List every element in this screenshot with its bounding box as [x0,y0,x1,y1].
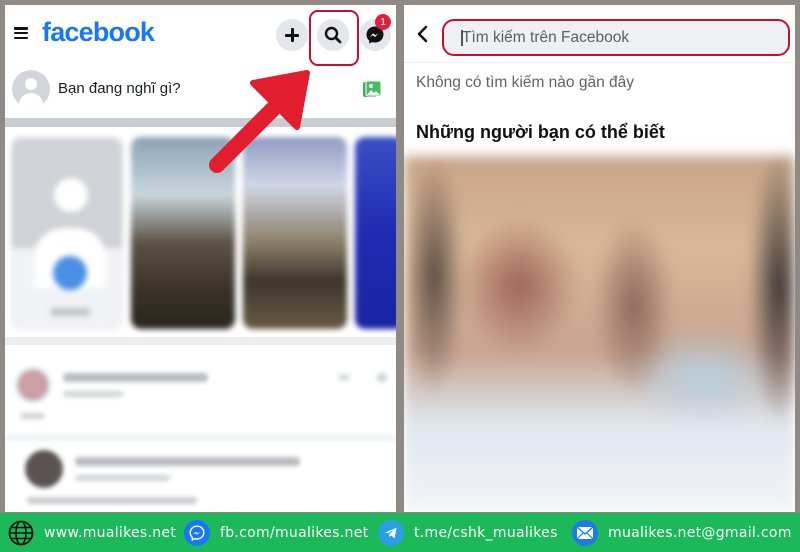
facebook-home-screen: facebook 1 Bạn đang nghĩ gì? [5,5,396,512]
watermark-footer: www.mualikes.net fb.com/mualikes.net t.m… [0,513,800,552]
people-you-may-know-title: Những người bạn có thể biết [416,122,665,142]
footer-telegram[interactable]: t.me/cshk_mualikes [378,513,558,552]
footer-facebook-text: fb.com/mualikes.net [220,524,369,541]
create-story-card[interactable] [11,137,123,329]
footer-website-text: www.mualikes.net [44,524,177,541]
plus-icon-vertical [290,28,294,42]
post-text-placeholder [20,413,45,419]
footer-email-text: mualikes.net@gmail.com [608,524,792,541]
notification-badge: 1 [375,14,391,30]
photo-icon[interactable] [362,79,382,99]
footer-telegram-text: t.me/cshk_mualikes [414,524,558,541]
search-highlight-box [309,10,359,66]
avatar [15,367,51,403]
facebook-search-screen: Không có tìm kiếm nào gần đây Những ngườ… [404,5,795,512]
globe-icon [8,520,34,545]
post-text-placeholder [27,497,197,504]
chevron-left-icon[interactable] [416,25,430,43]
facebook-header: facebook 1 [5,5,396,66]
post-composer[interactable]: Bạn đang nghĩ gì? [5,65,396,117]
composer-placeholder[interactable]: Bạn đang nghĩ gì? [58,80,181,97]
avatar [12,70,50,108]
post-author-placeholder [63,373,208,382]
post-divider [5,435,396,440]
suggested-friend-card[interactable] [404,156,795,512]
create-button[interactable] [276,19,308,51]
footer-email[interactable]: mualikes.net@gmail.com [572,513,792,552]
story-card[interactable] [355,137,396,329]
stories-tray [5,131,396,331]
post-author-placeholder [75,457,300,466]
search-input[interactable] [444,21,788,54]
post-time-placeholder [63,391,123,397]
header-divider [404,62,795,63]
news-feed [5,345,396,512]
hamburger-menu-icon[interactable] [14,27,28,39]
mail-icon [572,519,598,546]
section-divider [5,118,396,127]
messenger-icon [184,519,210,546]
no-recent-searches-text: Không có tìm kiếm nào gần đây [416,74,634,91]
red-arrow-annotation [209,70,310,173]
section-divider [5,337,396,345]
facebook-logo: facebook [42,17,155,47]
post-time-placeholder [75,475,170,481]
footer-facebook[interactable]: fb.com/mualikes.net [184,513,368,552]
avatar [25,450,63,488]
tutorial-screenshot: facebook 1 Bạn đang nghĩ gì? Tìm kiếm tr… [0,0,800,552]
telegram-icon [378,519,404,546]
text-caret [461,30,463,46]
footer-website[interactable]: www.mualikes.net [8,513,176,552]
post-menu-placeholder[interactable] [338,375,350,380]
search-input-wrapper[interactable] [442,19,790,56]
post-close-placeholder[interactable] [377,373,387,382]
